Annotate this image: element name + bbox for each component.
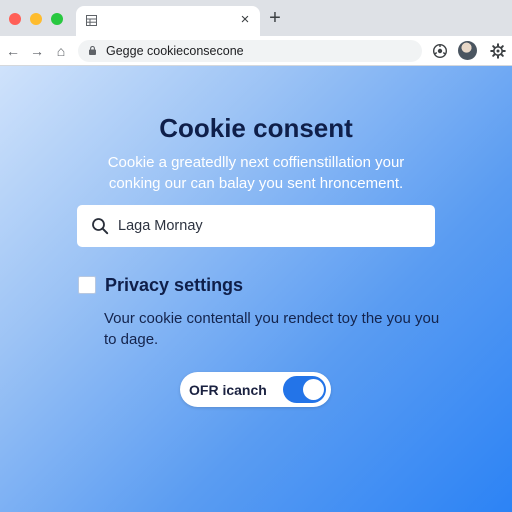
- privacy-settings-description: Vour cookie contentall you rendect toy t…: [104, 310, 440, 348]
- page-title: Cookie consent: [159, 113, 353, 143]
- extension-icon[interactable]: [432, 43, 448, 59]
- home-button[interactable]: ⌂: [52, 42, 70, 60]
- page-icon: [86, 15, 97, 26]
- page-subtitle: Cookie a greatedlly next coffienstillati…: [107, 154, 405, 192]
- close-tab-icon[interactable]: ×: [236, 11, 254, 29]
- forward-button[interactable]: →: [28, 42, 46, 60]
- close-window-button[interactable]: [9, 13, 21, 25]
- back-button[interactable]: ←: [4, 42, 22, 60]
- toggle-control[interactable]: OFR icanch: [180, 372, 331, 407]
- browser-tab[interactable]: ×: [76, 6, 260, 36]
- toggle-label: OFR icanch: [189, 382, 267, 398]
- search-icon: [92, 218, 109, 235]
- settings-gear-icon[interactable]: [490, 43, 506, 59]
- profile-avatar[interactable]: [458, 41, 477, 60]
- address-bar[interactable]: Gegge cookieconsecone: [78, 40, 422, 62]
- search-input-value[interactable]: Laga Mornay: [118, 218, 203, 235]
- browser-toolbar: ← → ⌂ Gegge cookieconsecone: [0, 36, 512, 66]
- new-tab-button[interactable]: +: [265, 8, 285, 28]
- url-text: Gegge cookieconsecone: [106, 44, 244, 58]
- lock-icon: [89, 46, 96, 55]
- privacy-settings-checkbox[interactable]: [78, 276, 96, 294]
- search-field[interactable]: Laga Mornay: [77, 205, 435, 247]
- cookie-consent-page: Cookie consent Cookie a greatedlly next …: [0, 66, 512, 512]
- minimize-window-button[interactable]: [30, 13, 42, 25]
- browser-tab-bar: × +: [0, 0, 512, 36]
- toggle-knob[interactable]: [303, 379, 324, 400]
- privacy-settings-heading: Privacy settings: [105, 275, 244, 295]
- maximize-window-button[interactable]: [51, 13, 63, 25]
- toggle-switch[interactable]: [283, 376, 326, 403]
